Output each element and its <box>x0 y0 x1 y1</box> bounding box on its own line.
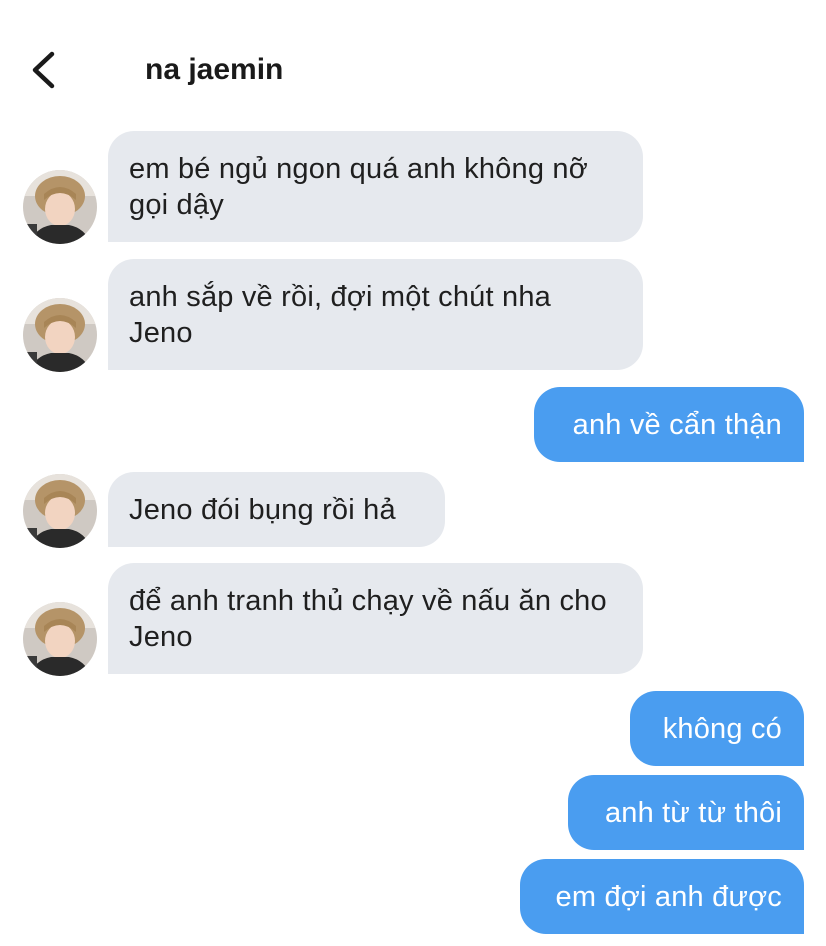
message-bubble-incoming: để anh tranh thủ chạy về nấu ăn cho Jeno <box>108 563 643 674</box>
message-bubble-outgoing: không có <box>630 691 804 766</box>
chevron-left-icon <box>32 51 55 89</box>
contact-avatar[interactable] <box>23 474 97 548</box>
contact-name: na jaemin <box>145 53 284 86</box>
message-bubble-outgoing: em đợi anh được <box>520 859 804 934</box>
back-button[interactable] <box>26 48 66 92</box>
contact-avatar[interactable] <box>23 170 97 244</box>
contact-avatar[interactable] <box>23 298 97 372</box>
message-bubble-outgoing: anh về cẩn thận <box>534 387 804 462</box>
message-bubble-outgoing: anh từ từ thôi <box>568 775 804 850</box>
message-bubble-incoming: anh sắp về rồi, đợi một chút nha Jeno <box>108 259 643 370</box>
chat-header: na jaemin <box>0 0 826 130</box>
message-bubble-incoming: Jeno đói bụng rồi hả <box>108 472 445 547</box>
contact-avatar[interactable] <box>23 602 97 676</box>
message-bubble-incoming: em bé ngủ ngon quá anh không nỡ gọi dậy <box>108 131 643 242</box>
